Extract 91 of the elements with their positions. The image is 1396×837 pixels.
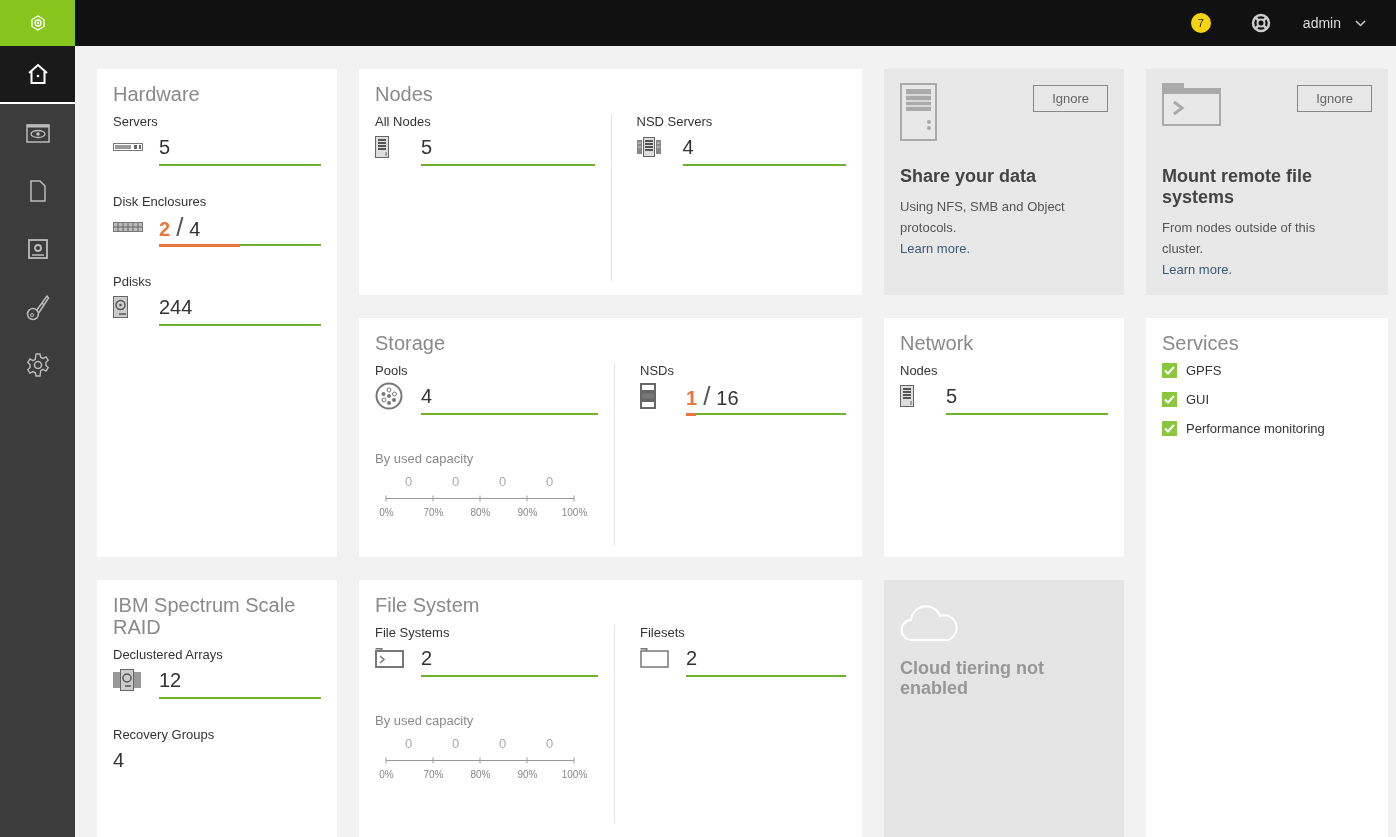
- axis-label: 100%: [560, 507, 589, 518]
- divider-slash: /: [176, 214, 184, 240]
- divider-slash: /: [703, 383, 711, 409]
- metric-value: 5: [421, 135, 433, 160]
- histogram-count: 0: [544, 736, 555, 751]
- histogram-count: 0: [450, 736, 461, 751]
- histogram-count: 0: [450, 474, 461, 489]
- metric-label: File Systems: [375, 625, 451, 640]
- axis-label: 80%: [469, 507, 492, 518]
- server-cluster-icon: [636, 137, 661, 157]
- metric-total: 16: [716, 386, 739, 411]
- terminal-folder-icon: [1162, 83, 1221, 126]
- logo-icon: [29, 15, 46, 31]
- pool-icon: [375, 382, 403, 410]
- eye-icon: [25, 123, 50, 143]
- metric-value: 12: [159, 668, 182, 693]
- server-tower-icon: [375, 136, 389, 158]
- axis-label: 70%: [422, 769, 445, 780]
- metric-total: 4: [189, 217, 201, 242]
- promo-title: Mount remote file systems: [1162, 166, 1313, 208]
- axis-label: 0%: [378, 507, 395, 518]
- metric-value: 1: [686, 386, 698, 411]
- metric-value: 2: [686, 646, 698, 671]
- metric-label: NSD Servers: [636, 114, 714, 129]
- service-name: Performance monitoring: [1186, 421, 1325, 436]
- user-menu[interactable]: admin: [1302, 15, 1366, 31]
- metric-value: 4: [113, 748, 125, 773]
- metric-label: Pdisks: [113, 274, 153, 289]
- chevron-down-icon: [1355, 19, 1366, 27]
- histogram-count: 0: [497, 474, 508, 489]
- settings-icon: [25, 353, 50, 377]
- disk-stack-icon: [640, 383, 656, 409]
- learn-more-link[interactable]: Learn more.: [1162, 262, 1233, 277]
- help-icon[interactable]: [1250, 13, 1271, 33]
- cloud-icon: [900, 604, 960, 642]
- ignore-button[interactable]: Ignore: [1297, 85, 1372, 112]
- disk-enclosure-icon: [113, 222, 143, 232]
- axis-label: 80%: [469, 769, 492, 780]
- notification-badge[interactable]: 7: [1190, 13, 1211, 33]
- server-tower-icon: [900, 385, 914, 407]
- home-icon: [26, 63, 49, 85]
- card-title: Storage: [375, 332, 447, 354]
- server-rack-icon: [113, 143, 143, 151]
- metric-label: Recovery Groups: [113, 727, 216, 742]
- metric-label: All Nodes: [375, 114, 432, 129]
- file-icon: [29, 180, 46, 202]
- card-title: IBM Spectrum Scale RAID: [113, 594, 297, 638]
- axis-label: 70%: [422, 507, 445, 518]
- histogram-count: 0: [403, 474, 414, 489]
- card-title: Nodes: [375, 83, 434, 105]
- terminal-folder-icon: [375, 648, 404, 668]
- service-name: GPFS: [1186, 363, 1222, 378]
- axis-label: 90%: [516, 507, 539, 518]
- metric-value: 5: [159, 135, 171, 160]
- card-title: Services: [1162, 332, 1240, 354]
- histogram-count: 0: [497, 736, 508, 751]
- metric-label: Servers: [113, 114, 159, 129]
- card-title: File System: [375, 594, 481, 616]
- axis-label: 0%: [378, 769, 395, 780]
- metric-value: 244: [159, 295, 193, 320]
- key-icon: [25, 293, 50, 321]
- service-name: GUI: [1186, 392, 1210, 407]
- metric-value: 4: [421, 384, 433, 409]
- histogram-count: 0: [544, 474, 555, 489]
- histogram-title: By used capacity: [375, 451, 475, 466]
- sidebar-item[interactable]: [0, 46, 75, 104]
- metric-value: 4: [682, 135, 694, 160]
- histogram-count: 0: [403, 736, 414, 751]
- learn-more-link[interactable]: Learn more.: [900, 241, 971, 256]
- metric-label: Pools: [375, 363, 409, 378]
- axis-label: 90%: [516, 769, 539, 780]
- metric-label: NSDs: [640, 363, 675, 378]
- metric-value: 2: [159, 217, 171, 242]
- promo-text: From nodes outside of this cluster.: [1162, 219, 1317, 258]
- ignore-button[interactable]: Ignore: [1033, 85, 1108, 112]
- metric-label: Declustered Arrays: [113, 647, 224, 662]
- histogram-title: By used capacity: [375, 713, 475, 728]
- metric-label: Nodes: [900, 363, 939, 378]
- folder-icon: [640, 648, 669, 668]
- metric-value: 5: [946, 384, 958, 409]
- server-tower-icon: [900, 83, 937, 141]
- promo-text: Using NFS, SMB and Object protocols.: [900, 198, 1066, 237]
- card-title: Network: [900, 332, 975, 354]
- metric-label: Filesets: [640, 625, 686, 640]
- axis-label: 100%: [560, 769, 589, 780]
- disk-array-icon: [113, 669, 141, 691]
- card-title: Hardware: [113, 83, 201, 105]
- metric-value: 2: [421, 646, 433, 671]
- metric-label: Disk Enclosures: [113, 194, 208, 209]
- promo-title: Share your data: [900, 166, 1038, 187]
- card-title: Cloud tiering not enabled: [900, 658, 1045, 698]
